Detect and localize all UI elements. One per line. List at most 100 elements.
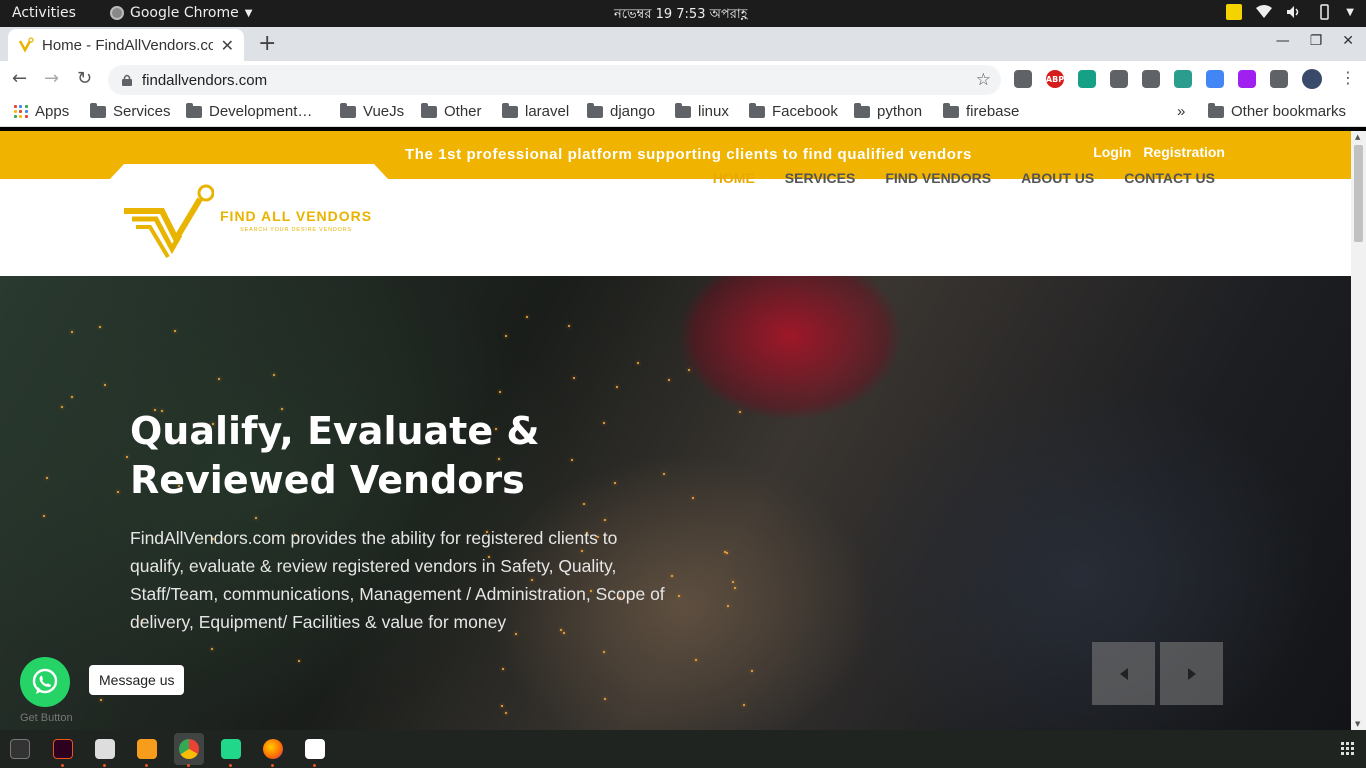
site-logo[interactable]: FIND ALL VENDORS SEARCH YOUR DESIRE VEND…	[122, 181, 372, 259]
bookmark-star-icon[interactable]: ☆	[976, 70, 991, 90]
nav-about-us[interactable]: ABOUT US	[1021, 170, 1094, 186]
color-extension-icon[interactable]	[1206, 70, 1224, 88]
spark-decoration	[739, 411, 742, 414]
mail-extension-icon[interactable]	[1078, 70, 1096, 88]
tab-close-icon[interactable]: ✕	[221, 36, 234, 55]
folder-icon	[943, 102, 959, 118]
phone-icon[interactable]	[1316, 4, 1332, 20]
spark-decoration	[42, 515, 45, 518]
running-indicator	[61, 764, 64, 767]
move-extension-icon[interactable]	[1110, 70, 1128, 88]
running-indicator	[187, 764, 190, 767]
firefox-icon[interactable]	[263, 739, 283, 759]
profile-avatar[interactable]	[1302, 69, 1322, 89]
extensions-row: ABP	[1014, 70, 1288, 88]
registration-link[interactable]: Registration	[1143, 144, 1225, 160]
files-icon[interactable]	[95, 739, 115, 759]
slider-prev-button[interactable]	[1092, 642, 1155, 705]
address-bar[interactable]: findallvendors.com ☆	[108, 65, 1001, 95]
new-tab-icon[interactable]: +	[258, 31, 276, 56]
sublime-text-icon[interactable]	[137, 739, 157, 759]
browser-tab[interactable]: Home - FindAllVendors.co ✕	[8, 29, 244, 61]
scrollbar-thumb[interactable]	[1354, 145, 1363, 242]
hero-description: FindAllVendors.com provides the ability …	[130, 528, 665, 632]
spark-decoration	[45, 477, 48, 480]
spark-decoration	[572, 377, 575, 380]
bookmark-facebook[interactable]: Facebook	[749, 102, 838, 120]
lock-icon[interactable]	[122, 74, 132, 86]
bookmark-firebase[interactable]: firebase	[943, 102, 1020, 120]
scroll-up-icon[interactable]: ▲	[1355, 133, 1360, 141]
nav-services[interactable]: SERVICES	[785, 170, 856, 186]
folder-icon	[1208, 102, 1224, 118]
chrome-icon[interactable]	[179, 739, 199, 759]
bookmark-python[interactable]: python	[854, 102, 923, 120]
slider-next-button[interactable]	[1160, 642, 1223, 705]
scroll-down-icon[interactable]: ▼	[1355, 720, 1360, 728]
text-editor-icon[interactable]	[305, 739, 325, 759]
getbutton-credit[interactable]: Get Button	[20, 712, 73, 724]
overflow-chevron-icon: »	[1177, 103, 1186, 120]
wifi-icon[interactable]	[1256, 4, 1273, 20]
bookmark-label: Other bookmarks	[1231, 103, 1347, 120]
nav-contact-us[interactable]: CONTACT US	[1124, 170, 1215, 186]
bookmark-development[interactable]: Development…	[186, 102, 312, 120]
whatsapp-button[interactable]	[20, 657, 70, 707]
bookmark-services[interactable]: Services	[90, 102, 171, 120]
spark-decoration	[70, 396, 73, 399]
activities-button[interactable]: Activities	[12, 5, 76, 21]
app-menu[interactable]: Google Chrome ▼	[110, 5, 252, 21]
notes-icon[interactable]	[1226, 4, 1243, 20]
bookmark-laravel[interactable]: laravel	[502, 102, 569, 120]
logo-subtitle: SEARCH YOUR DESIRE VENDORS	[240, 226, 352, 233]
spark-decoration	[688, 368, 691, 371]
feather-extension-icon[interactable]	[1238, 70, 1256, 88]
bookmark-other-bookmarks[interactable]: Other bookmarks	[1208, 102, 1347, 120]
terminal-alt-icon[interactable]	[53, 739, 73, 759]
bookmark-label: Facebook	[772, 103, 838, 120]
login-link[interactable]: Login	[1093, 144, 1131, 160]
pycharm-icon[interactable]	[221, 739, 241, 759]
bookmark-vuejs[interactable]: VueJs	[340, 102, 404, 120]
url-text: findallvendors.com	[142, 71, 268, 89]
restore-icon[interactable]: ❐	[1310, 33, 1323, 49]
show-applications-icon[interactable]	[1341, 742, 1354, 755]
nav-find-vendors[interactable]: FIND VENDORS	[885, 170, 991, 186]
spark-decoration	[117, 491, 120, 494]
adblock-plus-icon[interactable]: ABP	[1046, 70, 1064, 88]
bookmark-apps[interactable]: Apps	[14, 103, 69, 120]
bookmark-label: django	[610, 103, 656, 120]
bookmark-linux[interactable]: linux	[675, 102, 729, 120]
bookmarks-overflow-button[interactable]: »	[1177, 103, 1185, 120]
minimize-icon[interactable]: —	[1276, 33, 1290, 49]
system-menu-chevron-icon[interactable]: ▼	[1346, 7, 1354, 18]
folder-icon	[421, 102, 437, 118]
logo-v-mark-icon	[124, 184, 214, 259]
volume-icon[interactable]	[1286, 4, 1302, 20]
clock[interactable]: নভেম্বর 19 7:53 অপরাহ্ণ	[614, 5, 747, 26]
forward-arrow-icon[interactable]: →	[44, 68, 59, 89]
bookmark-label: firebase	[966, 103, 1020, 120]
whatsapp-icon	[32, 668, 58, 694]
window-close-icon[interactable]: ✕	[1342, 33, 1354, 49]
findallvendors-favicon-icon	[18, 37, 34, 53]
spark-decoration	[668, 379, 671, 382]
folder-icon	[90, 102, 106, 118]
tab-strip: Home - FindAllVendors.co ✕ + — ❐ ✕	[0, 27, 1366, 61]
reload-icon[interactable]: ↻	[77, 68, 92, 89]
back-arrow-icon[interactable]: ←	[12, 68, 27, 89]
devtools-extension-icon[interactable]	[1142, 70, 1160, 88]
vue-devtools-icon[interactable]	[1174, 70, 1192, 88]
bookmark-django[interactable]: django	[587, 102, 656, 120]
chrome-menu-icon[interactable]: ⋮	[1340, 68, 1356, 87]
system-tray[interactable]: ▼	[1226, 4, 1354, 20]
terminal-icon[interactable]	[10, 739, 30, 759]
puzzle-extensions-icon[interactable]	[1270, 70, 1288, 88]
nav-home[interactable]: HOME	[713, 170, 755, 186]
whatsapp-message-bubble[interactable]: Message us	[89, 665, 185, 695]
page-scrollbar[interactable]: ▲ ▼	[1351, 131, 1366, 730]
screenshot-icon[interactable]	[1014, 70, 1032, 88]
bookmark-label: python	[877, 103, 923, 120]
bookmarks-bar: Apps Services Development… VueJs Other l…	[0, 97, 1366, 127]
bookmark-other[interactable]: Other	[421, 102, 482, 120]
